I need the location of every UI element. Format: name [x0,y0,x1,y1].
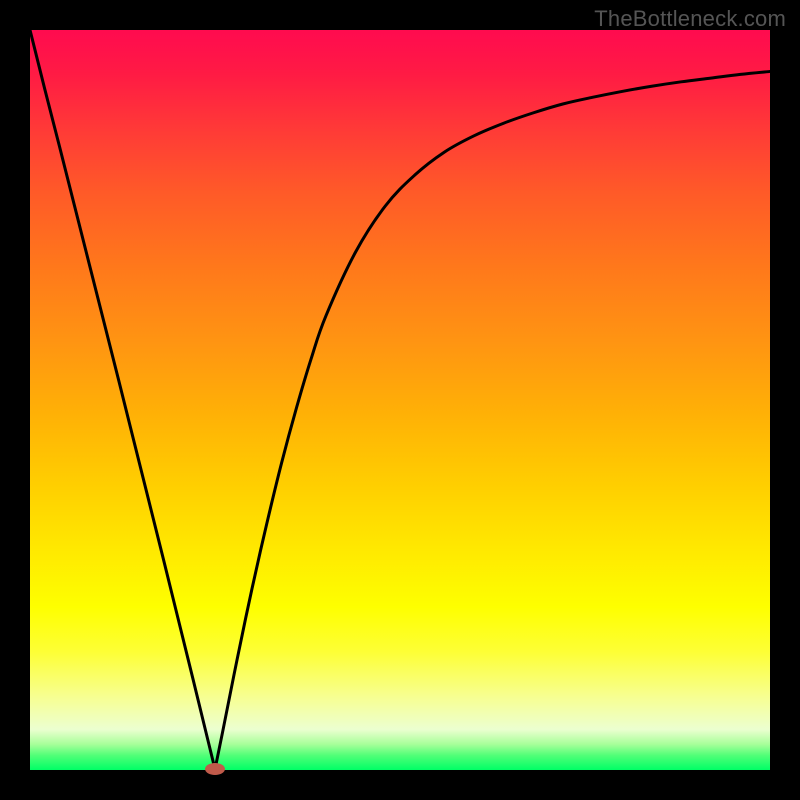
watermark-text: TheBottleneck.com [594,6,786,32]
optimal-point-marker [205,763,225,775]
bottleneck-curve [30,30,770,770]
curve-path [30,30,770,769]
